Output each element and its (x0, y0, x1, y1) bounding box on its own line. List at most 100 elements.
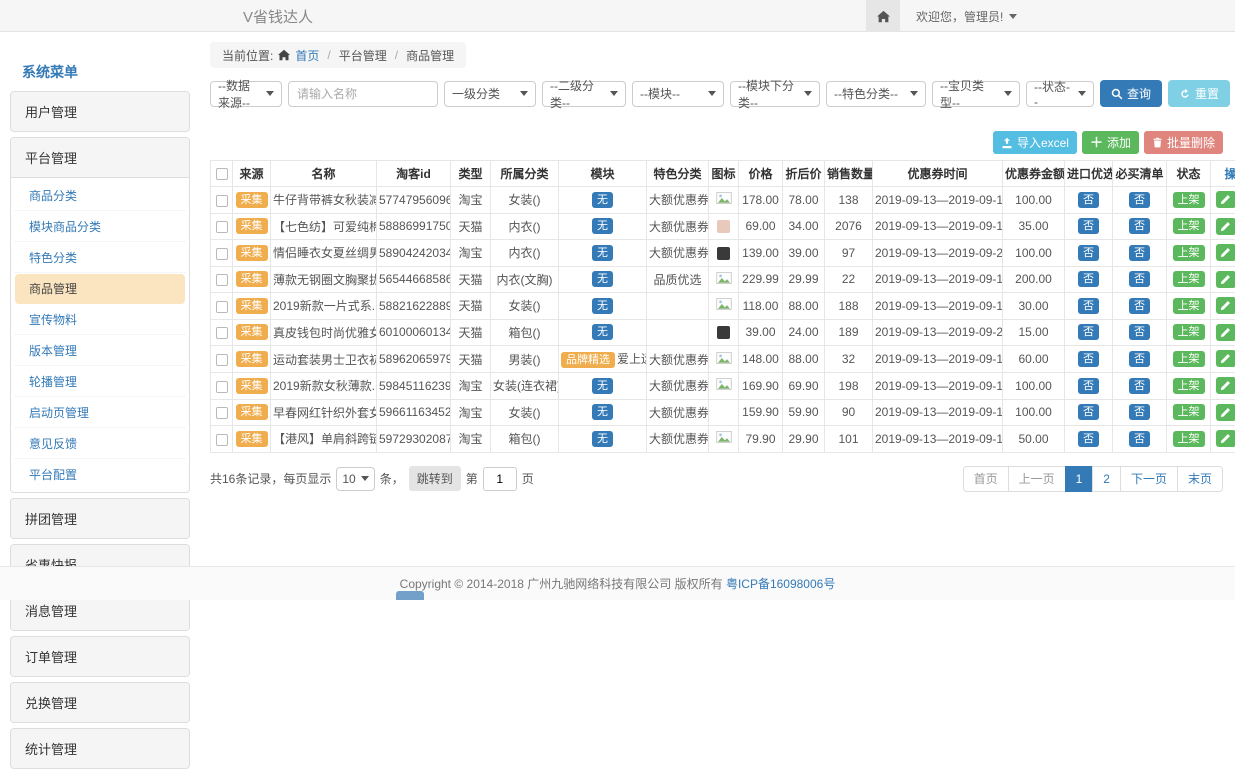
row-checkbox[interactable] (216, 248, 228, 260)
import-select-badge[interactable]: 否 (1078, 218, 1099, 234)
select-all-checkbox[interactable] (216, 168, 228, 180)
reset-button[interactable]: 重置 (1168, 80, 1230, 107)
status-badge[interactable]: 上架 (1173, 192, 1205, 208)
import-select-badge[interactable]: 否 (1078, 404, 1099, 420)
caret-down-icon (361, 476, 369, 481)
sidebar-item-0[interactable]: 用户管理 (11, 92, 189, 131)
import-select-badge[interactable]: 否 (1078, 298, 1099, 314)
breadcrumb-home-link[interactable]: 首页 (295, 47, 319, 64)
pager-prev[interactable]: 上一页 (1008, 466, 1066, 492)
reset-button-label: 重置 (1195, 85, 1219, 102)
pager-last[interactable]: 末页 (1177, 466, 1223, 492)
module-select[interactable]: --模块-- (632, 81, 724, 107)
row-checkbox[interactable] (216, 354, 228, 366)
module-sub-category-select[interactable]: --模块下分类-- (730, 81, 820, 107)
edit-button[interactable] (1216, 191, 1235, 208)
batch-delete-button[interactable]: 批量删除 (1144, 131, 1223, 154)
status-badge[interactable]: 上架 (1173, 324, 1205, 340)
user-menu[interactable]: 欢迎您，管理员! (916, 8, 1017, 25)
pager-first[interactable]: 首页 (963, 466, 1009, 492)
sidebar-subitem-7[interactable]: 启动页管理 (15, 398, 185, 428)
sidebar-item-5[interactable]: 订单管理 (11, 637, 189, 676)
sidebar-item-6[interactable]: 兑换管理 (11, 683, 189, 722)
sidebar-subitem-9[interactable]: 平台配置 (15, 460, 185, 489)
must-buy-badge[interactable]: 否 (1129, 404, 1150, 420)
must-buy-badge[interactable]: 否 (1129, 218, 1150, 234)
edit-button[interactable] (1216, 297, 1235, 314)
row-checkbox[interactable] (216, 274, 228, 286)
import-select-badge[interactable]: 否 (1078, 431, 1099, 447)
sidebar-subitem-1[interactable]: 模块商品分类 (15, 212, 185, 242)
status-badge[interactable]: 上架 (1173, 378, 1205, 394)
edit-button[interactable] (1216, 218, 1235, 235)
pager-page-2[interactable]: 2 (1092, 466, 1121, 492)
must-buy-badge[interactable]: 否 (1129, 245, 1150, 261)
per-page-select[interactable]: 10 (336, 467, 374, 491)
status-badge[interactable]: 上架 (1173, 245, 1205, 261)
sidebar-item-2[interactable]: 拼团管理 (11, 499, 189, 538)
status-badge[interactable]: 上架 (1173, 431, 1205, 447)
query-button[interactable]: 查询 (1100, 80, 1162, 107)
must-buy-badge[interactable]: 否 (1129, 192, 1150, 208)
sidebar-subitem-0[interactable]: 商品分类 (15, 181, 185, 211)
row-checkbox[interactable] (216, 434, 228, 446)
must-buy-badge[interactable]: 否 (1129, 351, 1150, 367)
sidebar-subitem-6[interactable]: 轮播管理 (15, 367, 185, 397)
edit-button[interactable] (1216, 324, 1235, 341)
import-select-badge[interactable]: 否 (1078, 271, 1099, 287)
must-buy-badge[interactable]: 否 (1129, 431, 1150, 447)
item-type-select[interactable]: --宝贝类型-- (932, 81, 1020, 107)
jump-page-input[interactable] (483, 467, 517, 491)
must-buy-badge[interactable]: 否 (1129, 324, 1150, 340)
sidebar-subitem-3[interactable]: 商品管理 (15, 274, 185, 304)
edit-button[interactable] (1216, 350, 1235, 367)
status-badge[interactable]: 上架 (1173, 271, 1205, 287)
icp-link[interactable]: 粤ICP备16098006号 (726, 575, 835, 592)
cell-actions (1211, 319, 1235, 346)
edit-button[interactable] (1216, 377, 1235, 394)
import-excel-button[interactable]: 导入excel (993, 131, 1077, 154)
sidebar-subitem-2[interactable]: 特色分类 (15, 243, 185, 273)
level2-category-select[interactable]: --二级分类-- (542, 81, 626, 107)
import-select-badge[interactable]: 否 (1078, 378, 1099, 394)
jump-button[interactable]: 跳转到 (409, 466, 461, 491)
import-select-badge[interactable]: 否 (1078, 192, 1099, 208)
must-buy-badge[interactable]: 否 (1129, 378, 1150, 394)
sidebar-subitem-5[interactable]: 版本管理 (15, 336, 185, 366)
status-badge[interactable]: 上架 (1173, 218, 1205, 234)
home-button[interactable] (866, 0, 900, 32)
import-select-badge[interactable]: 否 (1078, 324, 1099, 340)
cell-source: 采集 (233, 426, 271, 453)
status-badge[interactable]: 上架 (1173, 351, 1205, 367)
level1-category-select[interactable]: 一级分类 (444, 81, 536, 107)
row-checkbox[interactable] (216, 221, 228, 233)
row-checkbox[interactable] (216, 381, 228, 393)
row-checkbox[interactable] (216, 195, 228, 207)
sidebar-subitem-8[interactable]: 意见反馈 (15, 429, 185, 459)
sidebar-item-1[interactable]: 平台管理 (11, 138, 189, 177)
edit-button[interactable] (1216, 404, 1235, 421)
row-checkbox[interactable] (216, 301, 228, 313)
status-select[interactable]: --状态-- (1026, 81, 1094, 107)
pager-page-1[interactable]: 1 (1065, 466, 1094, 492)
row-checkbox[interactable] (216, 327, 228, 339)
sidebar-item-7[interactable]: 统计管理 (11, 729, 189, 768)
edit-button[interactable] (1216, 244, 1235, 261)
breadcrumb-item: 平台管理 (339, 47, 387, 64)
must-buy-badge[interactable]: 否 (1129, 298, 1150, 314)
edit-button[interactable] (1216, 271, 1235, 288)
status-badge[interactable]: 上架 (1173, 404, 1205, 420)
import-select-badge[interactable]: 否 (1078, 245, 1099, 261)
edit-button[interactable] (1216, 430, 1235, 447)
row-checkbox[interactable] (216, 407, 228, 419)
status-badge[interactable]: 上架 (1173, 298, 1205, 314)
import-select-badge[interactable]: 否 (1078, 351, 1099, 367)
sidebar-subitem-4[interactable]: 宣传物料 (15, 305, 185, 335)
pager-next[interactable]: 下一页 (1120, 466, 1178, 492)
add-button[interactable]: ＋ 添加 (1082, 131, 1139, 154)
must-buy-badge[interactable]: 否 (1129, 271, 1150, 287)
cell-name: 【港风】单肩斜跨链条... (271, 426, 377, 453)
product-name-input[interactable] (288, 81, 438, 107)
data-source-select[interactable]: --数据来源-- (210, 81, 282, 107)
feature-category-select[interactable]: --特色分类-- (826, 81, 926, 107)
